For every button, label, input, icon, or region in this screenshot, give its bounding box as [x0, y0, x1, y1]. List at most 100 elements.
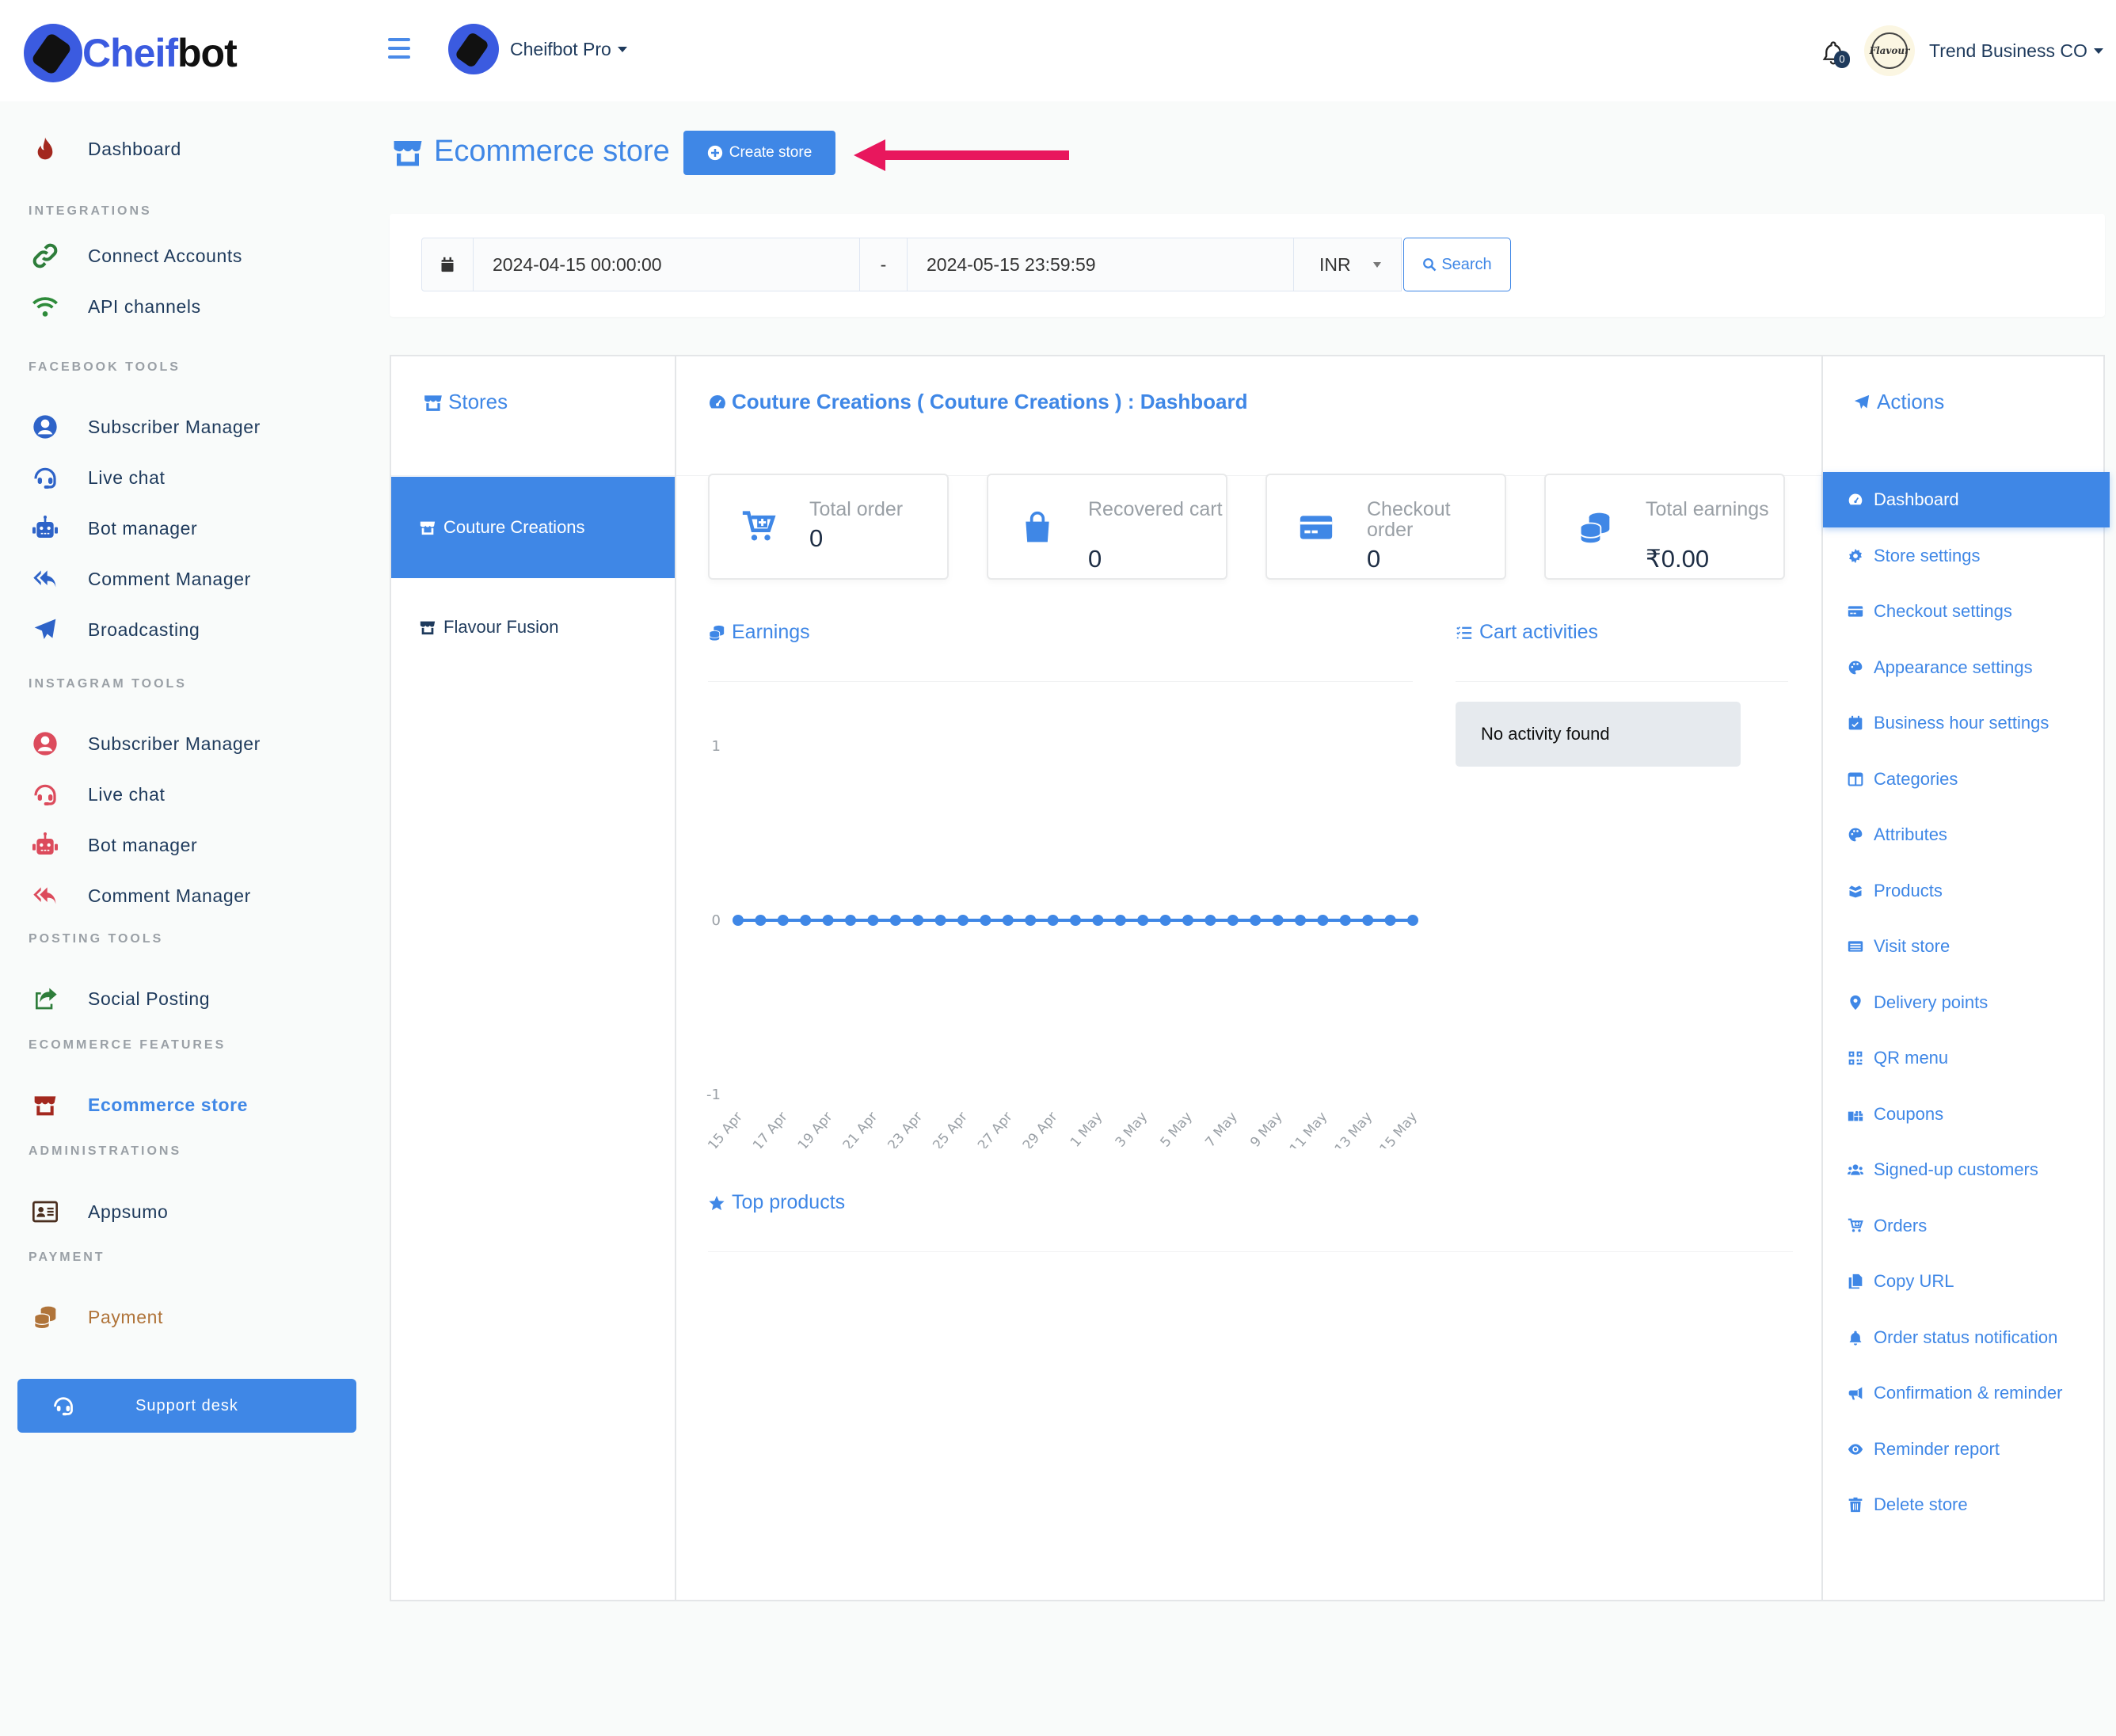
menu-toggle-icon[interactable]	[388, 38, 410, 59]
x-tick-label: 15 May	[1377, 1109, 1421, 1148]
reply-all-icon	[32, 566, 59, 592]
sidebar-item-ecommerce-store[interactable]: Ecommerce store	[0, 1083, 372, 1127]
action-appearance-settings[interactable]: Appearance settings	[1823, 640, 2110, 695]
brand-logo[interactable]: Cheifbot	[24, 24, 238, 82]
sidebar-item-bot-manager[interactable]: Bot manager	[0, 506, 372, 550]
action-store-settings[interactable]: Store settings	[1823, 528, 2110, 584]
sidebar-item-comment-manager[interactable]: Comment Manager	[0, 874, 372, 918]
sidebar-section-label: ECOMMERCE FEATURES	[29, 1038, 226, 1052]
end-date-input[interactable]: 2024-05-15 23:59:59	[908, 238, 1294, 291]
data-point[interactable]	[1250, 915, 1262, 926]
currency-select[interactable]: INR	[1294, 238, 1402, 291]
robot-icon	[32, 832, 59, 858]
action-qr-menu[interactable]: QR menu	[1823, 1030, 2110, 1086]
sidebar-item-bot-manager[interactable]: Bot manager	[0, 823, 372, 867]
data-point[interactable]	[1317, 915, 1329, 926]
store-icon	[423, 392, 443, 413]
start-date-input[interactable]: 2024-04-15 00:00:00	[474, 238, 860, 291]
user-circle-icon	[32, 731, 59, 756]
action-orders[interactable]: Orders	[1823, 1198, 2110, 1254]
data-point[interactable]	[1047, 915, 1059, 926]
data-point[interactable]	[1002, 915, 1014, 926]
workspace-switcher[interactable]: Cheifbot Pro	[448, 24, 627, 74]
x-tick-label: 5 May	[1157, 1109, 1195, 1148]
id-card-icon	[32, 1199, 59, 1224]
data-point[interactable]	[1339, 915, 1351, 926]
sidebar-item-comment-manager[interactable]: Comment Manager	[0, 557, 372, 601]
action-order-status-notification[interactable]: Order status notification	[1823, 1310, 2110, 1365]
sidebar-item-connect-accounts[interactable]: Connect Accounts	[0, 234, 372, 278]
data-point[interactable]	[1384, 915, 1396, 926]
headset-icon	[29, 781, 62, 808]
store-panel: Stores Couture Creations Flavour Fusion C…	[390, 355, 2110, 1601]
action-signed-up-customers[interactable]: Signed-up customers	[1823, 1142, 2110, 1197]
sidebar-item-live-chat[interactable]: Live chat	[0, 772, 372, 817]
qrcode-icon	[1848, 1050, 1863, 1066]
credit-card-icon	[1299, 510, 1334, 545]
data-point[interactable]	[733, 915, 744, 926]
sidebar-item-subscriber-manager[interactable]: Subscriber Manager	[0, 721, 372, 766]
sidebar-item-payment[interactable]: Payment	[0, 1295, 372, 1339]
action-label: Attributes	[1874, 824, 1947, 844]
data-point[interactable]	[777, 915, 789, 926]
data-point[interactable]	[889, 915, 901, 926]
action-label: Store settings	[1874, 545, 1981, 565]
action-dashboard[interactable]: Dashboard	[1823, 472, 2110, 527]
action-attributes[interactable]: Attributes	[1823, 807, 2110, 862]
data-point[interactable]	[1272, 915, 1284, 926]
data-point[interactable]	[980, 915, 991, 926]
action-visit-store[interactable]: Visit store	[1823, 919, 2110, 974]
data-point[interactable]	[1205, 915, 1216, 926]
data-point[interactable]	[1092, 915, 1104, 926]
paper-plane-icon	[29, 616, 62, 643]
action-categories[interactable]: Categories	[1823, 752, 2110, 807]
data-point[interactable]	[1070, 915, 1081, 926]
data-point[interactable]	[800, 915, 812, 926]
action-copy-url[interactable]: Copy URL	[1823, 1254, 2110, 1309]
sidebar-item-social-posting[interactable]: Social Posting	[0, 976, 372, 1021]
data-point[interactable]	[1025, 915, 1037, 926]
sidebar-item-subscriber-manager[interactable]: Subscriber Manager	[0, 405, 372, 449]
action-confirmation-reminder[interactable]: Confirmation & reminder	[1823, 1365, 2110, 1421]
sidebar-item-broadcasting[interactable]: Broadcasting	[0, 607, 372, 652]
data-point[interactable]	[1114, 915, 1126, 926]
coins-icon	[708, 624, 725, 641]
data-point[interactable]	[845, 915, 856, 926]
action-delivery-points[interactable]: Delivery points	[1823, 975, 2110, 1030]
data-point[interactable]	[1227, 915, 1239, 926]
sidebar-item-appsumo[interactable]: Appsumo	[0, 1190, 372, 1234]
data-point[interactable]	[1137, 915, 1149, 926]
palette-icon	[1847, 826, 1864, 843]
data-point[interactable]	[1182, 915, 1193, 926]
store-item[interactable]: Flavour Fusion	[391, 577, 675, 678]
action-delete-store[interactable]: Delete store	[1823, 1477, 2110, 1532]
trash-icon	[1847, 1496, 1864, 1513]
action-business-hour-settings[interactable]: Business hour settings	[1823, 695, 2110, 751]
data-point[interactable]	[1159, 915, 1171, 926]
stat-card: Checkout order 0	[1265, 474, 1506, 580]
data-point[interactable]	[912, 915, 924, 926]
create-store-button[interactable]: Create store	[683, 131, 835, 175]
data-point[interactable]	[934, 915, 946, 926]
data-point[interactable]	[1295, 915, 1306, 926]
account-menu[interactable]: Flavour Trend Business CO	[1864, 25, 2103, 76]
support-desk-button[interactable]: Support desk	[17, 1379, 356, 1433]
action-coupons[interactable]: Coupons	[1823, 1087, 2110, 1142]
search-icon	[1422, 257, 1437, 272]
data-point[interactable]	[822, 915, 834, 926]
data-point[interactable]	[1362, 915, 1374, 926]
store-item[interactable]: Couture Creations	[391, 477, 675, 578]
data-point[interactable]	[1407, 915, 1418, 926]
search-button[interactable]: Search	[1403, 238, 1511, 291]
data-point[interactable]	[867, 915, 879, 926]
data-point[interactable]	[755, 915, 767, 926]
data-point[interactable]	[957, 915, 969, 926]
action-checkout-settings[interactable]: Checkout settings	[1823, 584, 2110, 639]
action-products[interactable]: Products	[1823, 863, 2110, 919]
sidebar-item-dashboard[interactable]: Dashboard	[0, 127, 372, 171]
cart-plus-icon	[1848, 1218, 1863, 1234]
sidebar-item-live-chat[interactable]: Live chat	[0, 455, 372, 500]
sidebar-item-api-channels[interactable]: API channels	[0, 284, 372, 329]
robot-icon	[29, 515, 62, 542]
action-reminder-report[interactable]: Reminder report	[1823, 1422, 2110, 1477]
